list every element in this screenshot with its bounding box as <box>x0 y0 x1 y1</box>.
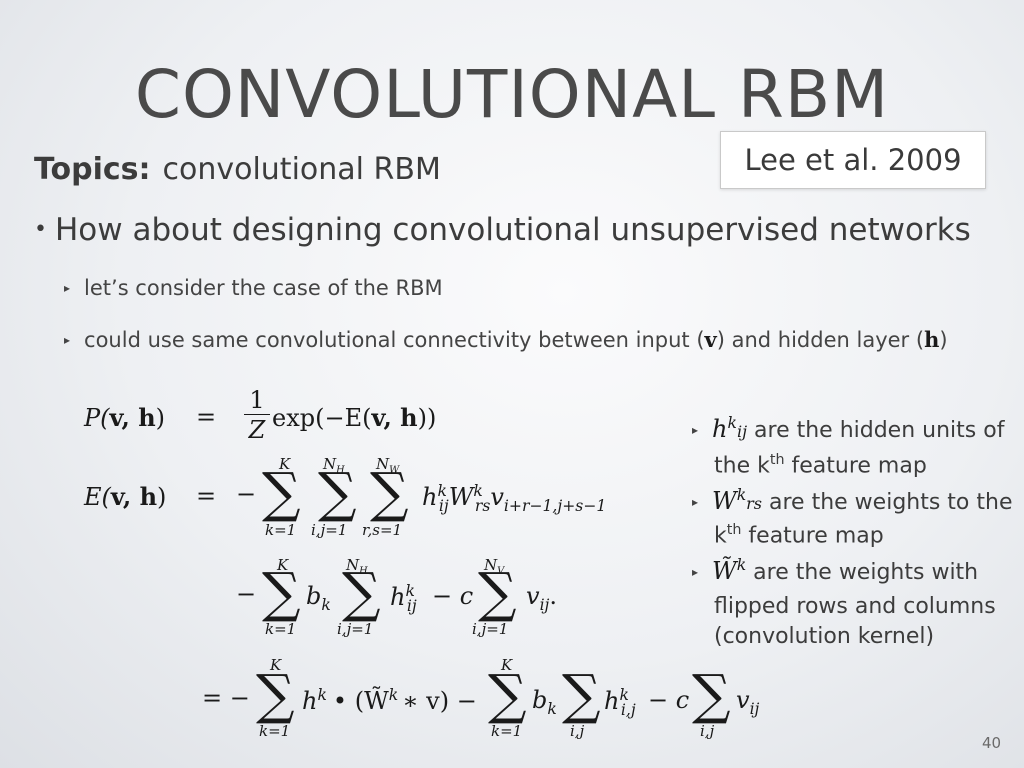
sum2-sigma: ∑ <box>318 461 357 524</box>
main-bullet-text: How about designing convolutional unsupe… <box>54 212 971 248</box>
hidden-symbol: h <box>924 327 940 352</box>
reference-text: Lee et al. 2009 <box>744 143 962 177</box>
sum7-sigma: ∑ <box>256 663 295 726</box>
sum1-sigma: ∑ <box>262 461 301 524</box>
sum4-sigma: ∑ <box>262 561 301 624</box>
triangle-bullet-icon: ▸ <box>692 423 699 437</box>
note-3-line3: (convolution kernel) <box>714 624 935 649</box>
sub-bullet-2-text-a: could use same convolutional connectivit… <box>84 328 705 352</box>
sum10-lower: i,j <box>700 722 715 740</box>
note-3-symbol: W̃k <box>712 556 747 585</box>
sub-bullet-1-text: let’s consider the case of the RBM <box>84 276 443 300</box>
line2-c: − c <box>432 582 474 610</box>
note-3-text: are the weights with <box>746 560 979 585</box>
sum5-lower: i,j=1 <box>337 620 374 638</box>
eq-e-minus: − <box>236 480 257 508</box>
line2-h: hkij <box>390 582 417 615</box>
line3-b: bk <box>532 686 557 718</box>
sum5-sigma: ∑ <box>342 561 381 624</box>
sub-bullet-2: ▸ could use same convolutional connectivi… <box>64 327 948 352</box>
eq-frac: 1 Z <box>244 386 270 445</box>
note-2-text: are the weights to the <box>762 490 1013 515</box>
sum3-lower: r,s=1 <box>362 521 403 539</box>
note-3-line2: flipped rows and columns <box>714 594 996 619</box>
main-bullet: • How about designing convolutional unsup… <box>34 212 971 248</box>
line2-b: bk <box>306 582 331 614</box>
sum8-lower: k=1 <box>491 722 523 740</box>
note-2: ▸ Wkrs are the weights to the <box>692 486 1013 515</box>
note-1-text: are the hidden units of <box>747 418 1005 443</box>
line2-minus: − <box>236 580 257 608</box>
reference-box: Lee et al. 2009 <box>720 131 986 189</box>
slide-title: CONVOLUTIONAL RBM <box>134 56 890 133</box>
page-number: 40 <box>982 734 1002 752</box>
note-3: ▸ W̃k are the weights with <box>692 556 978 585</box>
triangle-bullet-icon: ▸ <box>64 333 71 347</box>
note-2-line2: kth feature map <box>714 522 884 549</box>
line3-c: − c <box>648 686 690 714</box>
eq-p-lhs: P(v, h) <box>84 403 166 432</box>
note-1-line2: the kth feature map <box>714 452 927 479</box>
sum9-sigma: ∑ <box>562 663 601 726</box>
line3-h: hki,j <box>604 686 636 719</box>
frac-denominator: Z <box>244 414 270 445</box>
eq-e-equals: = <box>196 482 217 510</box>
eq-p-rhs: exp(−E(v, h)) <box>272 403 437 432</box>
sum3-sigma: ∑ <box>370 461 409 524</box>
topics-line: Topics: convolutional RBM <box>34 152 441 187</box>
line3-v: vij <box>736 686 760 718</box>
note-2-symbol: Wkrs <box>712 486 763 515</box>
triangle-bullet-icon: ▸ <box>692 565 699 579</box>
triangle-bullet-icon: ▸ <box>692 495 699 509</box>
sum9-lower: i,j <box>570 722 585 740</box>
triangle-bullet-icon: ▸ <box>64 281 71 295</box>
frac-numerator: 1 <box>249 386 265 414</box>
topics-label: Topics: <box>34 152 151 187</box>
line3-term1: hk • (W̃k ∗ v) − <box>302 686 477 715</box>
sum7-lower: k=1 <box>259 722 291 740</box>
bullet-dot-icon: • <box>34 217 47 242</box>
sub-bullet-2-text-b: ) and hidden layer ( <box>716 328 925 352</box>
sub-bullet-1: ▸ let’s consider the case of the RBM <box>64 276 443 300</box>
line3-eq-minus: = − <box>202 684 250 712</box>
topics-text: convolutional RBM <box>162 152 441 187</box>
sum6-lower: i,j=1 <box>472 620 509 638</box>
note-1: ▸ hkij are the hidden units of <box>692 414 1004 443</box>
sum4-lower: k=1 <box>265 620 297 638</box>
eq-p-equals: = <box>196 403 217 431</box>
eq-e-term: hkijWkrsvi+r−1,j+s−1 <box>422 482 607 515</box>
input-symbol: v <box>704 327 717 352</box>
sub-bullet-2-text-c: ) <box>939 328 948 352</box>
line2-v: vij. <box>526 582 558 614</box>
sum8-sigma: ∑ <box>488 663 527 726</box>
note-1-symbol: hkij <box>712 414 748 443</box>
eq-e-lhs: E(v, h) <box>84 482 167 511</box>
sum10-sigma: ∑ <box>692 663 731 726</box>
sum2-lower: i,j=1 <box>311 521 348 539</box>
sum6-sigma: ∑ <box>478 561 517 624</box>
sum1-lower: k=1 <box>265 521 297 539</box>
